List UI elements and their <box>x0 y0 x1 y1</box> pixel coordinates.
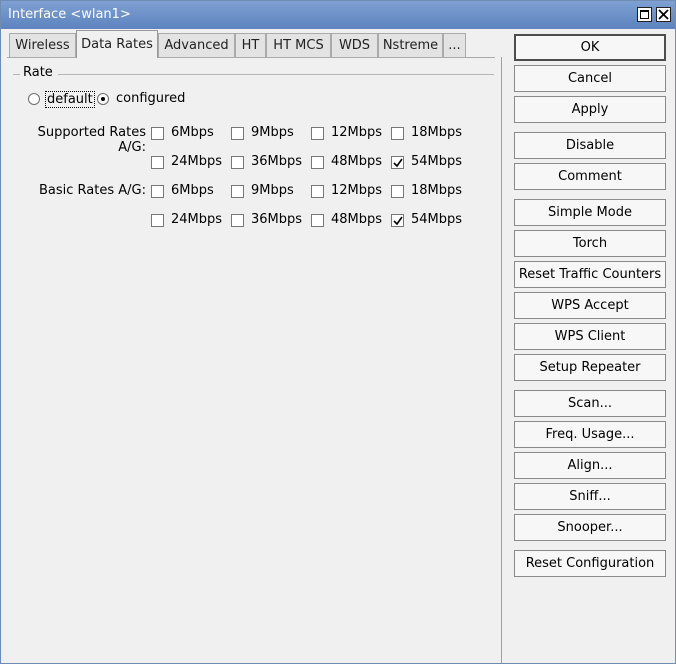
close-button[interactable] <box>656 7 671 22</box>
comment-button[interactable]: Comment <box>514 163 666 190</box>
title-bar[interactable]: Interface <wlan1> <box>1 1 675 29</box>
panel-divider <box>501 57 502 663</box>
basic-rate-checkbox-8[interactable] <box>391 214 404 227</box>
freq-usage-button[interactable]: Freq. Usage... <box>514 421 666 448</box>
basic-rate-checkbox-1[interactable] <box>151 185 164 198</box>
align-button[interactable]: Align... <box>514 452 666 479</box>
apply-button[interactable]: Apply <box>514 96 666 123</box>
maximize-button[interactable] <box>637 7 652 22</box>
basic-rate-label-2[interactable]: 9Mbps <box>251 183 294 198</box>
tab-advanced[interactable]: Advanced <box>158 33 235 57</box>
supported-rate-checkbox-2[interactable] <box>231 127 244 140</box>
radio-default[interactable] <box>28 93 40 105</box>
tab-ht[interactable]: HT <box>235 33 266 57</box>
basic-rates-label: Basic Rates A/G: <box>39 183 146 198</box>
basic-rate-label-5[interactable]: 24Mbps <box>171 212 222 227</box>
supported-rate-label-5[interactable]: 24Mbps <box>171 154 222 169</box>
supported-rate-checkbox-7[interactable] <box>311 156 324 169</box>
checkmark-icon <box>393 158 403 168</box>
reset-traffic-counters-button[interactable]: Reset Traffic Counters <box>514 261 666 288</box>
close-icon <box>658 9 669 20</box>
tab-data-rates[interactable]: Data Rates <box>76 30 158 58</box>
basic-rate-label-7[interactable]: 48Mbps <box>331 212 382 227</box>
interface-window: Interface <wlan1> Wireless Data Rates Ad… <box>0 0 676 664</box>
rate-group-border <box>58 74 494 75</box>
supported-rate-label-1[interactable]: 6Mbps <box>171 125 214 140</box>
ok-button[interactable]: OK <box>514 34 666 61</box>
supported-rate-label-8[interactable]: 54Mbps <box>411 154 462 169</box>
rate-group-border <box>13 74 20 75</box>
basic-rate-label-4[interactable]: 18Mbps <box>411 183 462 198</box>
basic-rate-label-6[interactable]: 36Mbps <box>251 212 302 227</box>
cancel-button[interactable]: Cancel <box>514 65 666 92</box>
supported-rate-checkbox-1[interactable] <box>151 127 164 140</box>
radio-default-label[interactable]: default <box>45 91 95 108</box>
supported-rate-checkbox-5[interactable] <box>151 156 164 169</box>
torch-button[interactable]: Torch <box>514 230 666 257</box>
basic-rate-label-3[interactable]: 12Mbps <box>331 183 382 198</box>
window-title: Interface <wlan1> <box>8 7 131 22</box>
wps-accept-button[interactable]: WPS Accept <box>514 292 666 319</box>
tab-more[interactable]: ... <box>443 33 466 57</box>
supported-rate-label-2[interactable]: 9Mbps <box>251 125 294 140</box>
supported-rate-checkbox-6[interactable] <box>231 156 244 169</box>
supported-rate-checkbox-4[interactable] <box>391 127 404 140</box>
supported-rate-label-6[interactable]: 36Mbps <box>251 154 302 169</box>
supported-rate-label-4[interactable]: 18Mbps <box>411 125 462 140</box>
supported-rate-checkbox-8[interactable] <box>391 156 404 169</box>
supported-rate-label-3[interactable]: 12Mbps <box>331 125 382 140</box>
basic-rate-label-1[interactable]: 6Mbps <box>171 183 214 198</box>
basic-rate-checkbox-3[interactable] <box>311 185 324 198</box>
radio-configured[interactable] <box>97 93 109 105</box>
setup-repeater-button[interactable]: Setup Repeater <box>514 354 666 381</box>
checkmark-icon <box>393 216 403 226</box>
tab-ht-mcs[interactable]: HT MCS <box>266 33 331 57</box>
basic-rate-checkbox-2[interactable] <box>231 185 244 198</box>
disable-button[interactable]: Disable <box>514 132 666 159</box>
basic-rate-checkbox-6[interactable] <box>231 214 244 227</box>
basic-rate-checkbox-7[interactable] <box>311 214 324 227</box>
basic-rate-label-8[interactable]: 54Mbps <box>411 212 462 227</box>
tab-nstreme[interactable]: Nstreme <box>378 33 443 57</box>
basic-rate-checkbox-5[interactable] <box>151 214 164 227</box>
sniff-button[interactable]: Sniff... <box>514 483 666 510</box>
basic-rate-checkbox-4[interactable] <box>391 185 404 198</box>
scan-button[interactable]: Scan... <box>514 390 666 417</box>
reset-configuration-button[interactable]: Reset Configuration <box>514 550 666 577</box>
wps-client-button[interactable]: WPS Client <box>514 323 666 350</box>
supported-rate-checkbox-3[interactable] <box>311 127 324 140</box>
supported-rates-label: Supported Rates A/G: <box>37 125 146 155</box>
supported-rate-label-7[interactable]: 48Mbps <box>331 154 382 169</box>
simple-mode-button[interactable]: Simple Mode <box>514 199 666 226</box>
snooper-button[interactable]: Snooper... <box>514 514 666 541</box>
tab-wireless[interactable]: Wireless <box>9 33 76 57</box>
tab-wds[interactable]: WDS <box>331 33 378 57</box>
rate-group-legend: Rate <box>23 65 53 80</box>
radio-configured-label[interactable]: configured <box>116 91 185 106</box>
